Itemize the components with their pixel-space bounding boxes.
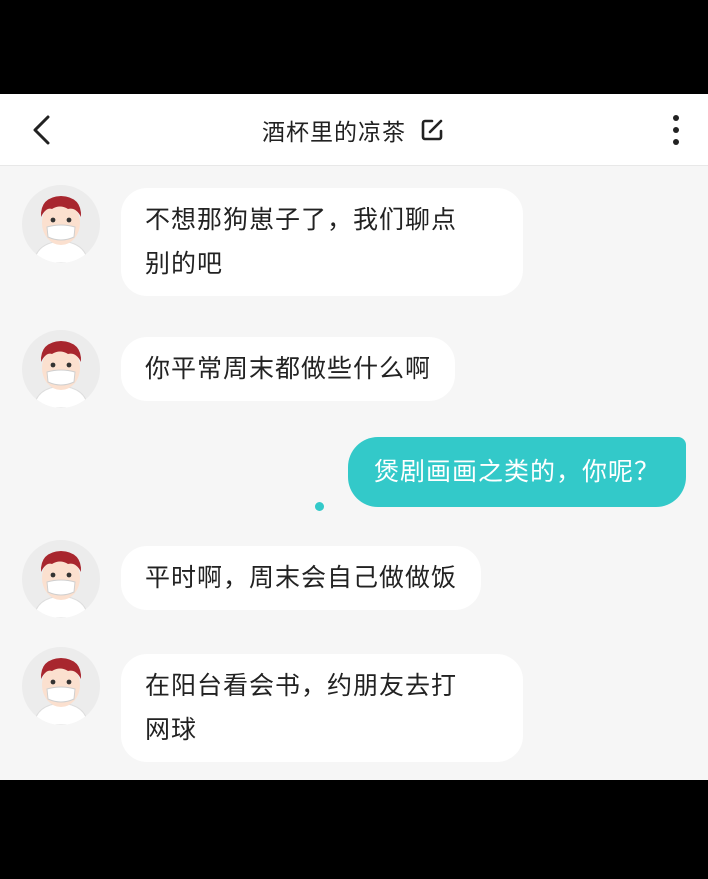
contact-avatar[interactable]: [22, 540, 100, 618]
contact-avatar[interactable]: [22, 330, 100, 408]
edit-icon: [421, 119, 443, 141]
more-options-button[interactable]: [662, 110, 690, 150]
avatar-icon: [33, 551, 89, 618]
message-bubble-outgoing[interactable]: 煲剧画画之类的，你呢？: [347, 437, 686, 507]
sent-status-dot: [315, 502, 324, 511]
contact-avatar[interactable]: [22, 647, 100, 725]
message-bubble-incoming[interactable]: 你平常周末都做些什么啊: [121, 337, 456, 401]
message-bubble-incoming[interactable]: 平时啊，周末会自己做做饭: [121, 546, 482, 610]
message-text: 你平常周末都做些什么啊: [145, 354, 432, 383]
back-button[interactable]: [22, 108, 62, 152]
more-vertical-icon: [673, 115, 679, 145]
edit-name-button[interactable]: [418, 116, 446, 144]
message-text-line: 在阳台看会书，约朋友去打: [145, 671, 458, 700]
chat-title[interactable]: 酒杯里的凉茶: [262, 113, 406, 147]
avatar-icon: [33, 196, 89, 263]
chat-screen: 酒杯里的凉茶 不想那狗崽子了，我们聊点 别的吧 你平常周末都做些什么啊 煲剧画画…: [0, 94, 708, 780]
message-bubble-incoming[interactable]: 不想那狗崽子了，我们聊点 别的吧: [121, 188, 523, 296]
message-text-line: 别的吧: [145, 249, 224, 278]
chat-header: 酒杯里的凉茶: [0, 94, 708, 166]
message-text: 煲剧画画之类的，你呢？: [373, 457, 660, 486]
contact-avatar[interactable]: [22, 185, 100, 263]
avatar-icon: [33, 658, 89, 725]
message-bubble-incoming[interactable]: 在阳台看会书，约朋友去打 网球: [121, 654, 523, 762]
avatar-icon: [33, 341, 89, 408]
message-text: 平时啊，周末会自己做做饭: [145, 563, 458, 592]
message-text-line: 不想那狗崽子了，我们聊点: [145, 205, 458, 234]
message-text-line: 网球: [145, 715, 198, 744]
chevron-left-icon: [33, 115, 50, 145]
